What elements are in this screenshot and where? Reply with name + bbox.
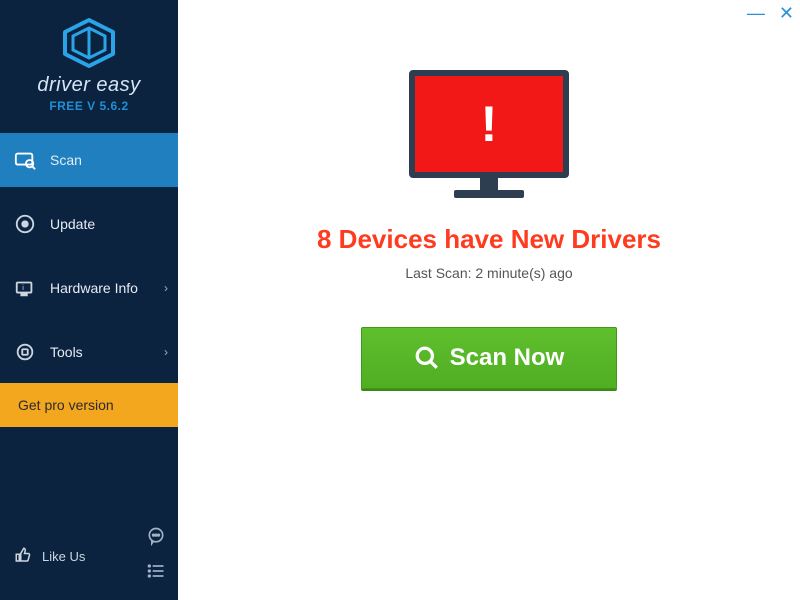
get-pro-button[interactable]: Get pro version [0, 383, 178, 427]
chevron-right-icon: › [164, 345, 168, 359]
logo-icon [61, 18, 117, 68]
sidebar: driver easy FREE V 5.6.2 Scan [0, 0, 178, 600]
sidebar-item-label: Update [50, 216, 95, 232]
last-scan-text: Last Scan: 2 minute(s) ago [405, 265, 572, 281]
sidebar-item-update[interactable]: Update [0, 197, 178, 251]
exclamation-icon: ! [481, 95, 498, 153]
like-us-button[interactable]: Like Us [14, 546, 85, 567]
brand-block: driver easy FREE V 5.6.2 [0, 0, 178, 123]
scan-now-label: Scan Now [450, 344, 565, 372]
get-pro-label: Get pro version [18, 397, 114, 413]
hwinfo-icon: i [14, 277, 36, 299]
svg-text:i: i [22, 283, 24, 292]
scan-icon [14, 149, 36, 171]
chevron-right-icon: › [164, 281, 168, 295]
scan-result-headline: 8 Devices have New Drivers [317, 224, 661, 255]
tools-icon [14, 341, 36, 363]
feedback-button[interactable] [146, 526, 166, 551]
sidebar-nav: Scan Update i Hardware Info [0, 133, 178, 379]
sidebar-item-label: Tools [50, 344, 83, 360]
brand-name: driver easy [0, 74, 178, 97]
scan-now-button[interactable]: Scan Now [361, 327, 617, 389]
sidebar-item-tools[interactable]: Tools › [0, 325, 178, 379]
sidebar-item-scan[interactable]: Scan [0, 133, 178, 187]
sidebar-item-label: Hardware Info [50, 280, 138, 296]
like-us-label: Like Us [42, 549, 85, 564]
menu-button[interactable] [146, 561, 166, 586]
speech-bubble-icon [146, 526, 166, 546]
thumbs-up-icon [14, 546, 32, 567]
alert-monitor-graphic: ! [409, 70, 569, 200]
list-icon [146, 561, 166, 581]
search-icon [414, 345, 440, 371]
update-icon [14, 213, 36, 235]
sidebar-item-label: Scan [50, 152, 82, 168]
sidebar-item-hardware-info[interactable]: i Hardware Info › [0, 261, 178, 315]
brand-version: FREE V 5.6.2 [0, 99, 178, 113]
main-panel: ! 8 Devices have New Drivers Last Scan: … [178, 0, 800, 600]
